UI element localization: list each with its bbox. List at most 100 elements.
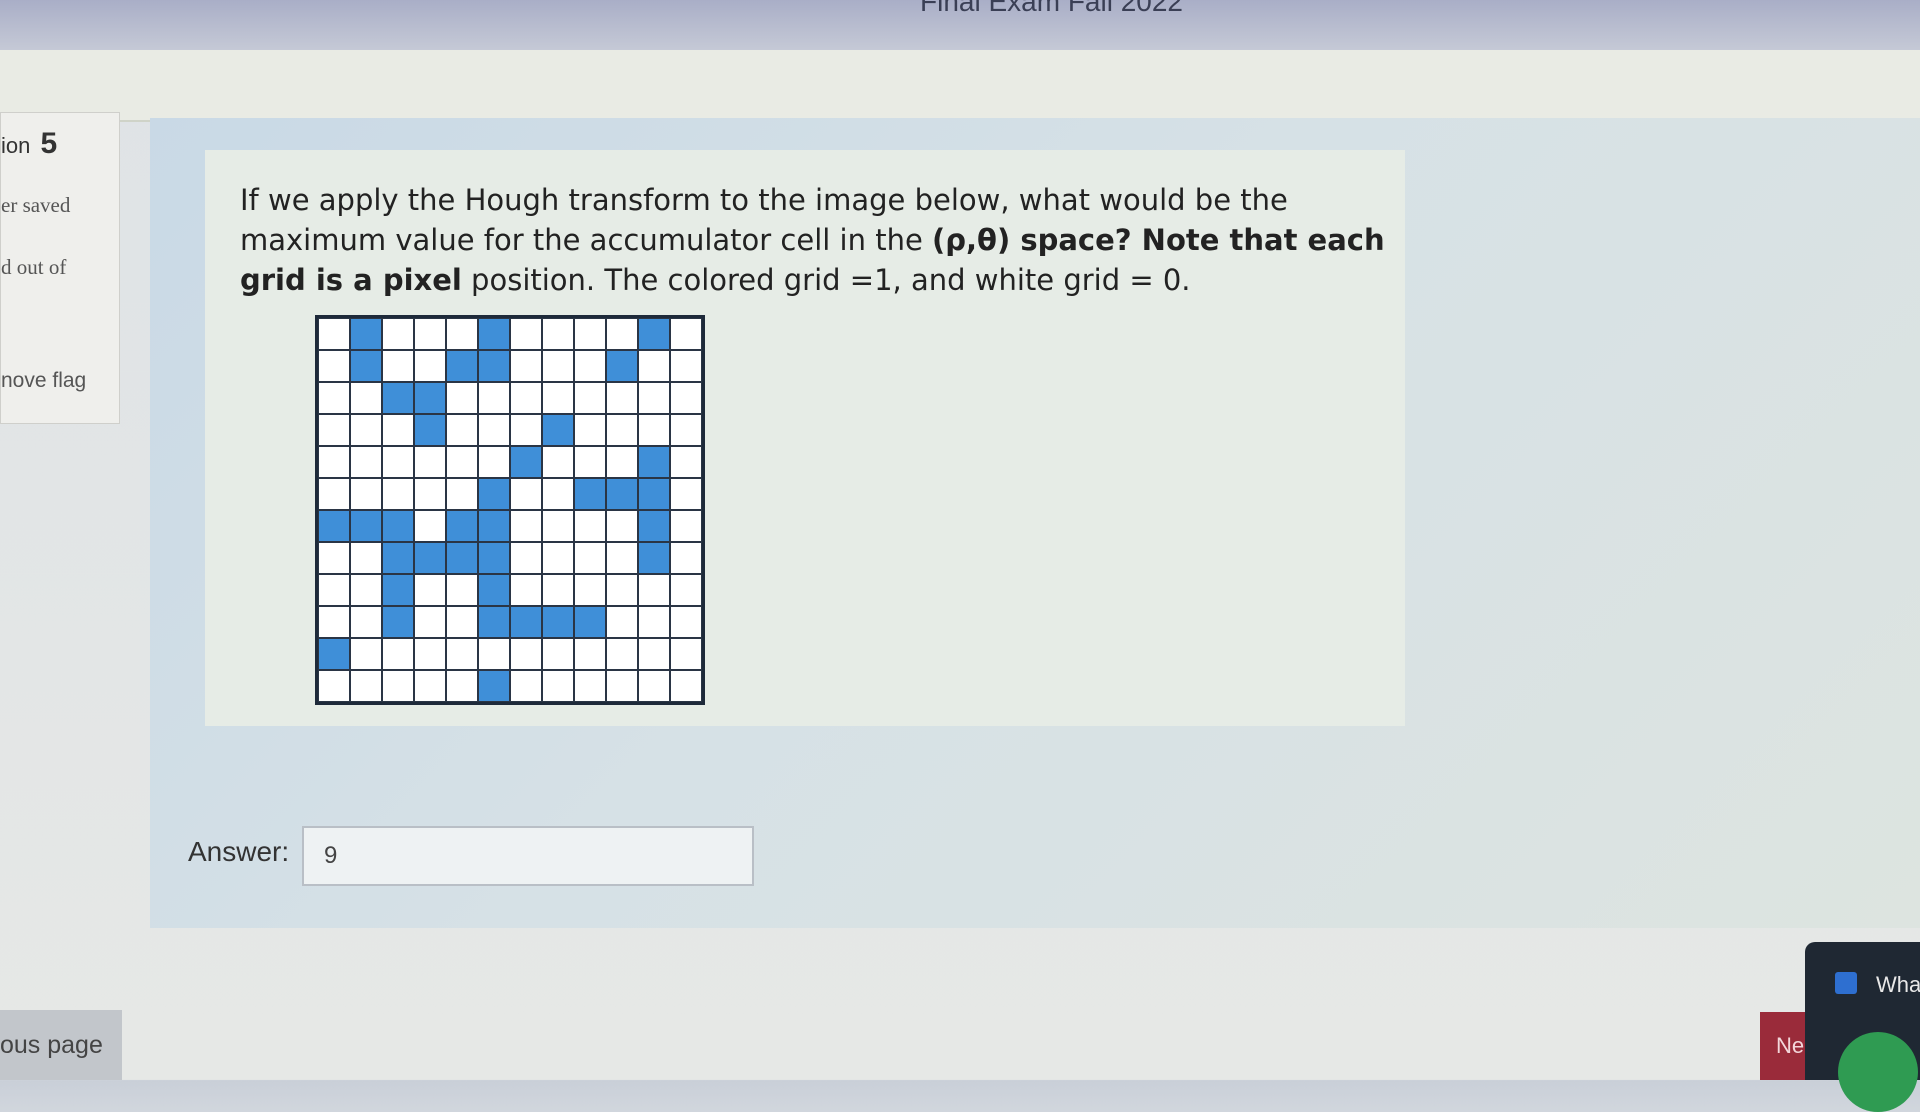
- grid-cell: [670, 638, 702, 670]
- grid-cell: [446, 382, 478, 414]
- grid-cell: [638, 542, 670, 574]
- grid-cell: [670, 606, 702, 638]
- grid-cell: [542, 382, 574, 414]
- grid-cell: [318, 510, 350, 542]
- answer-state: er saved: [1, 193, 71, 217]
- grid-cell: [446, 606, 478, 638]
- grid-cell: [574, 542, 606, 574]
- grid-cell: [542, 638, 574, 670]
- grid-cell: [670, 382, 702, 414]
- grid-cell: [350, 606, 382, 638]
- pixel-grid-image: [315, 315, 705, 705]
- grid-cell: [606, 318, 638, 350]
- answer-label: Answer:: [188, 836, 290, 867]
- grid-cell: [414, 478, 446, 510]
- grid-cell: [542, 542, 574, 574]
- grid-cell: [350, 574, 382, 606]
- grid-cell: [414, 670, 446, 702]
- question-number: ion 5: [1, 127, 57, 161]
- grid-cell: [446, 414, 478, 446]
- browser-top-bar: Final Exam Fall 2022: [0, 0, 1920, 50]
- grid-cell: [574, 638, 606, 670]
- grid-cell: [606, 670, 638, 702]
- grid-cell: [670, 542, 702, 574]
- grid-cell: [510, 350, 542, 382]
- question-label: ion: [1, 133, 31, 158]
- grid-cell: [574, 350, 606, 382]
- pixel-grid: [318, 318, 702, 702]
- grid-cell: [318, 638, 350, 670]
- grid-cell: [414, 382, 446, 414]
- grid-cell: [382, 638, 414, 670]
- grid-cell: [382, 478, 414, 510]
- grid-cell: [638, 414, 670, 446]
- grid-cell: [670, 574, 702, 606]
- grid-cell: [382, 318, 414, 350]
- grid-cell: [478, 446, 510, 478]
- remove-flag-link[interactable]: nove flag: [1, 369, 86, 393]
- grid-cell: [414, 638, 446, 670]
- grid-cell: [606, 350, 638, 382]
- grid-cell: [446, 574, 478, 606]
- grid-cell: [350, 446, 382, 478]
- grid-cell: [606, 606, 638, 638]
- grid-cell: [510, 670, 542, 702]
- grid-cell: [574, 670, 606, 702]
- grid-cell: [606, 542, 638, 574]
- grid-cell: [574, 318, 606, 350]
- grid-cell: [478, 638, 510, 670]
- grid-cell: [350, 638, 382, 670]
- grid-cell: [574, 510, 606, 542]
- grid-cell: [318, 446, 350, 478]
- grid-cell: [574, 382, 606, 414]
- grid-cell: [670, 510, 702, 542]
- grid-cell: [478, 350, 510, 382]
- question-text: If we apply the Hough transform to the i…: [240, 180, 1390, 300]
- grid-cell: [350, 478, 382, 510]
- grid-cell: [510, 478, 542, 510]
- grid-cell: [638, 670, 670, 702]
- grid-cell: [670, 478, 702, 510]
- grid-cell: [606, 638, 638, 670]
- grid-cell: [446, 670, 478, 702]
- grid-cell: [350, 414, 382, 446]
- chat-label: Wha: [1876, 972, 1920, 997]
- grid-cell: [382, 446, 414, 478]
- grid-cell: [638, 574, 670, 606]
- grid-cell: [382, 606, 414, 638]
- grid-cell: [446, 446, 478, 478]
- grid-cell: [382, 350, 414, 382]
- previous-page-button[interactable]: ous page: [0, 1010, 122, 1080]
- grid-cell: [350, 510, 382, 542]
- whatsapp-icon[interactable]: [1838, 1032, 1918, 1112]
- grid-cell: [542, 478, 574, 510]
- grid-cell: [414, 542, 446, 574]
- grid-cell: [542, 318, 574, 350]
- grid-cell: [446, 350, 478, 382]
- grid-cell: [414, 350, 446, 382]
- grid-cell: [510, 606, 542, 638]
- grid-cell: [638, 606, 670, 638]
- grid-cell: [318, 606, 350, 638]
- grid-cell: [318, 478, 350, 510]
- grid-cell: [478, 670, 510, 702]
- grid-cell: [510, 574, 542, 606]
- grid-cell: [382, 574, 414, 606]
- grid-cell: [510, 414, 542, 446]
- grid-cell: [574, 414, 606, 446]
- grid-cell: [446, 638, 478, 670]
- grid-cell: [574, 446, 606, 478]
- grid-cell: [414, 446, 446, 478]
- answer-input[interactable]: [302, 826, 754, 886]
- question-info-panel: ion 5 er saved d out of nove flag: [0, 112, 120, 424]
- grid-cell: [350, 350, 382, 382]
- grid-cell: [478, 318, 510, 350]
- grid-cell: [350, 542, 382, 574]
- chat-app-icon: [1835, 972, 1857, 994]
- grid-cell: [414, 574, 446, 606]
- grid-cell: [382, 414, 414, 446]
- grid-cell: [670, 670, 702, 702]
- grid-cell: [478, 382, 510, 414]
- grid-cell: [638, 638, 670, 670]
- grid-cell: [542, 670, 574, 702]
